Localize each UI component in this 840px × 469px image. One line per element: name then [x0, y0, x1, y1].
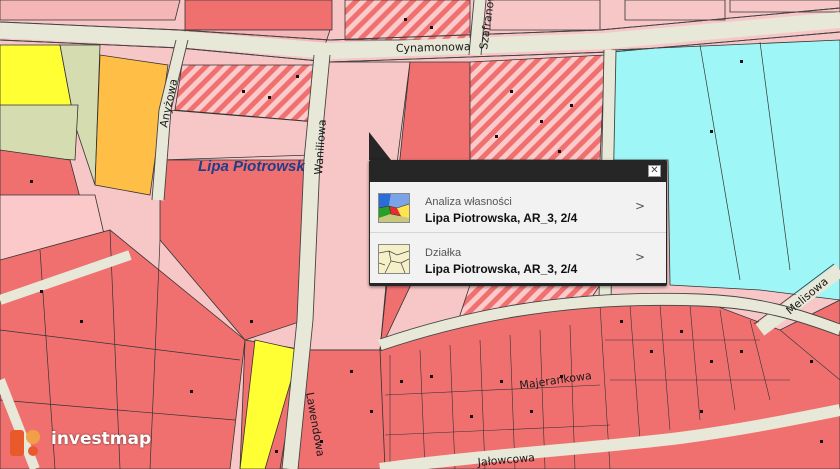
popup-item-ownership-analysis[interactable]: Analiza własności Lipa Piotrowska, AR_3,… — [370, 182, 666, 233]
parcel-icon — [378, 244, 410, 274]
popup-item-title: Lipa Piotrowska, AR_3, 2/4 — [425, 262, 578, 276]
chevron-right-icon: > — [634, 250, 645, 264]
place-label: Lipa Piotrowsk — [198, 158, 305, 175]
street-label-cynamonowa: Cynamonowa — [396, 40, 471, 55]
info-popup: ✕ Analiza własności Lipa Piotrowska, AR_… — [369, 160, 667, 286]
ownership-analysis-icon — [378, 193, 410, 223]
popup-item-title: Lipa Piotrowska, AR_3, 2/4 — [425, 211, 578, 225]
popup-list: Analiza własności Lipa Piotrowska, AR_3,… — [370, 182, 666, 283]
investmap-logo-icon — [10, 430, 40, 456]
close-icon[interactable]: ✕ — [648, 165, 661, 177]
popup-pointer — [369, 132, 391, 160]
popup-item-subtitle: Działka — [425, 247, 462, 259]
brand-name: investmap — [51, 429, 152, 449]
brand-watermark: investmap — [8, 426, 158, 460]
chevron-right-icon: > — [634, 199, 645, 213]
popup-item-parcel[interactable]: Działka Lipa Piotrowska, AR_3, 2/4 > — [370, 233, 666, 283]
popup-item-subtitle: Analiza własności — [425, 196, 512, 208]
